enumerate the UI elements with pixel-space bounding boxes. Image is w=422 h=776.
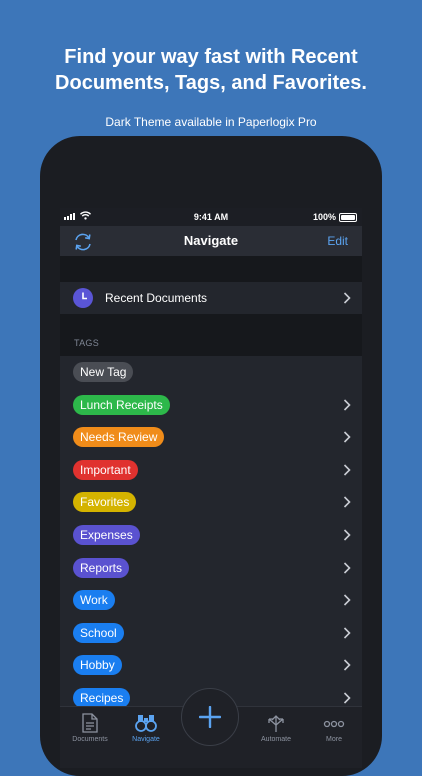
- tag-list: New Tag Lunch Receipts Needs Review Impo…: [60, 356, 362, 715]
- automate-icon: [268, 715, 284, 732]
- tag-pill: Lunch Receipts: [73, 394, 170, 415]
- tab-documents-label: Documents: [72, 736, 108, 743]
- app-screen: 9:41 AM 100% Navigate Edit Recent Docume…: [60, 208, 362, 768]
- tag-pill: Hobby: [73, 655, 122, 676]
- tags-section-header: TAGS: [74, 338, 100, 348]
- battery-icon: [339, 212, 357, 222]
- tab-automate[interactable]: Automate: [246, 713, 306, 743]
- chevron-right-icon: [343, 692, 351, 704]
- chevron-right-icon: [343, 399, 351, 411]
- tag-pill: Recipes: [73, 687, 131, 708]
- tag-pill: Important: [73, 459, 138, 480]
- tag-pill: New Tag: [73, 362, 134, 382]
- more-icon: [323, 720, 345, 728]
- battery-percent: 100%: [312, 212, 336, 222]
- chevron-right-icon: [343, 464, 351, 476]
- section-gap: [60, 314, 362, 356]
- chevron-right-icon: [343, 659, 351, 671]
- tag-pill: School: [73, 622, 124, 643]
- chevron-right-icon: [343, 292, 351, 304]
- headline-line-1: Find your way fast with Recent: [64, 46, 358, 68]
- edit-button[interactable]: Edit: [327, 234, 348, 248]
- page-title: Navigate: [183, 233, 239, 248]
- tab-more[interactable]: More: [304, 713, 362, 743]
- plus-icon: [199, 706, 221, 728]
- tag-pill: Needs Review: [73, 427, 165, 448]
- promo-headline: Find your way fast with Recent Documents…: [0, 44, 422, 96]
- tab-more-label: More: [326, 736, 342, 743]
- chevron-right-icon: [343, 496, 351, 508]
- status-bar: 9:41 AM 100%: [60, 208, 362, 226]
- add-document-button[interactable]: [181, 688, 239, 746]
- recent-documents-label: Recent Documents: [105, 291, 208, 305]
- promo-subtitle: Dark Theme available in Paperlogix Pro: [105, 115, 317, 129]
- tag-row-hobby[interactable]: Hobby: [60, 649, 362, 682]
- chevron-right-icon: [343, 529, 351, 541]
- recent-documents-row[interactable]: Recent Documents: [60, 282, 362, 314]
- tag-row-needs-review[interactable]: Needs Review: [60, 421, 362, 454]
- battery-indicator: 100%: [313, 212, 357, 222]
- binoculars-icon: [135, 715, 157, 732]
- tag-row-favorites[interactable]: Favorites: [60, 486, 362, 519]
- tag-pill: Favorites: [73, 492, 137, 513]
- tag-row-reports[interactable]: Reports: [60, 552, 362, 585]
- nav-bar: Navigate Edit: [60, 226, 362, 256]
- tab-navigate[interactable]: Navigate: [116, 713, 176, 743]
- section-gap: [60, 256, 362, 282]
- tag-pill: Work: [73, 590, 115, 611]
- tag-pill: Expenses: [73, 524, 140, 545]
- tab-navigate-label: Navigate: [132, 736, 160, 743]
- chevron-right-icon: [343, 561, 351, 574]
- chevron-right-icon: [343, 594, 351, 606]
- tag-row-important[interactable]: Important: [60, 454, 362, 487]
- tab-automate-label: Automate: [261, 736, 291, 743]
- tab-documents[interactable]: Documents: [60, 713, 120, 743]
- tag-row-expenses[interactable]: Expenses: [60, 519, 362, 552]
- tag-row-school[interactable]: School: [60, 617, 362, 650]
- document-icon: [82, 713, 98, 733]
- clock-icon: [73, 288, 93, 308]
- tag-row-work[interactable]: Work: [60, 584, 362, 617]
- headline-line-2: Documents, Tags, and Favorites.: [55, 72, 367, 94]
- tag-row-new-tag[interactable]: New Tag: [60, 356, 362, 389]
- chevron-right-icon: [343, 431, 351, 443]
- tag-pill: Reports: [73, 557, 130, 578]
- tag-row-lunch-receipts[interactable]: Lunch Receipts: [60, 389, 362, 422]
- chevron-right-icon: [343, 627, 351, 639]
